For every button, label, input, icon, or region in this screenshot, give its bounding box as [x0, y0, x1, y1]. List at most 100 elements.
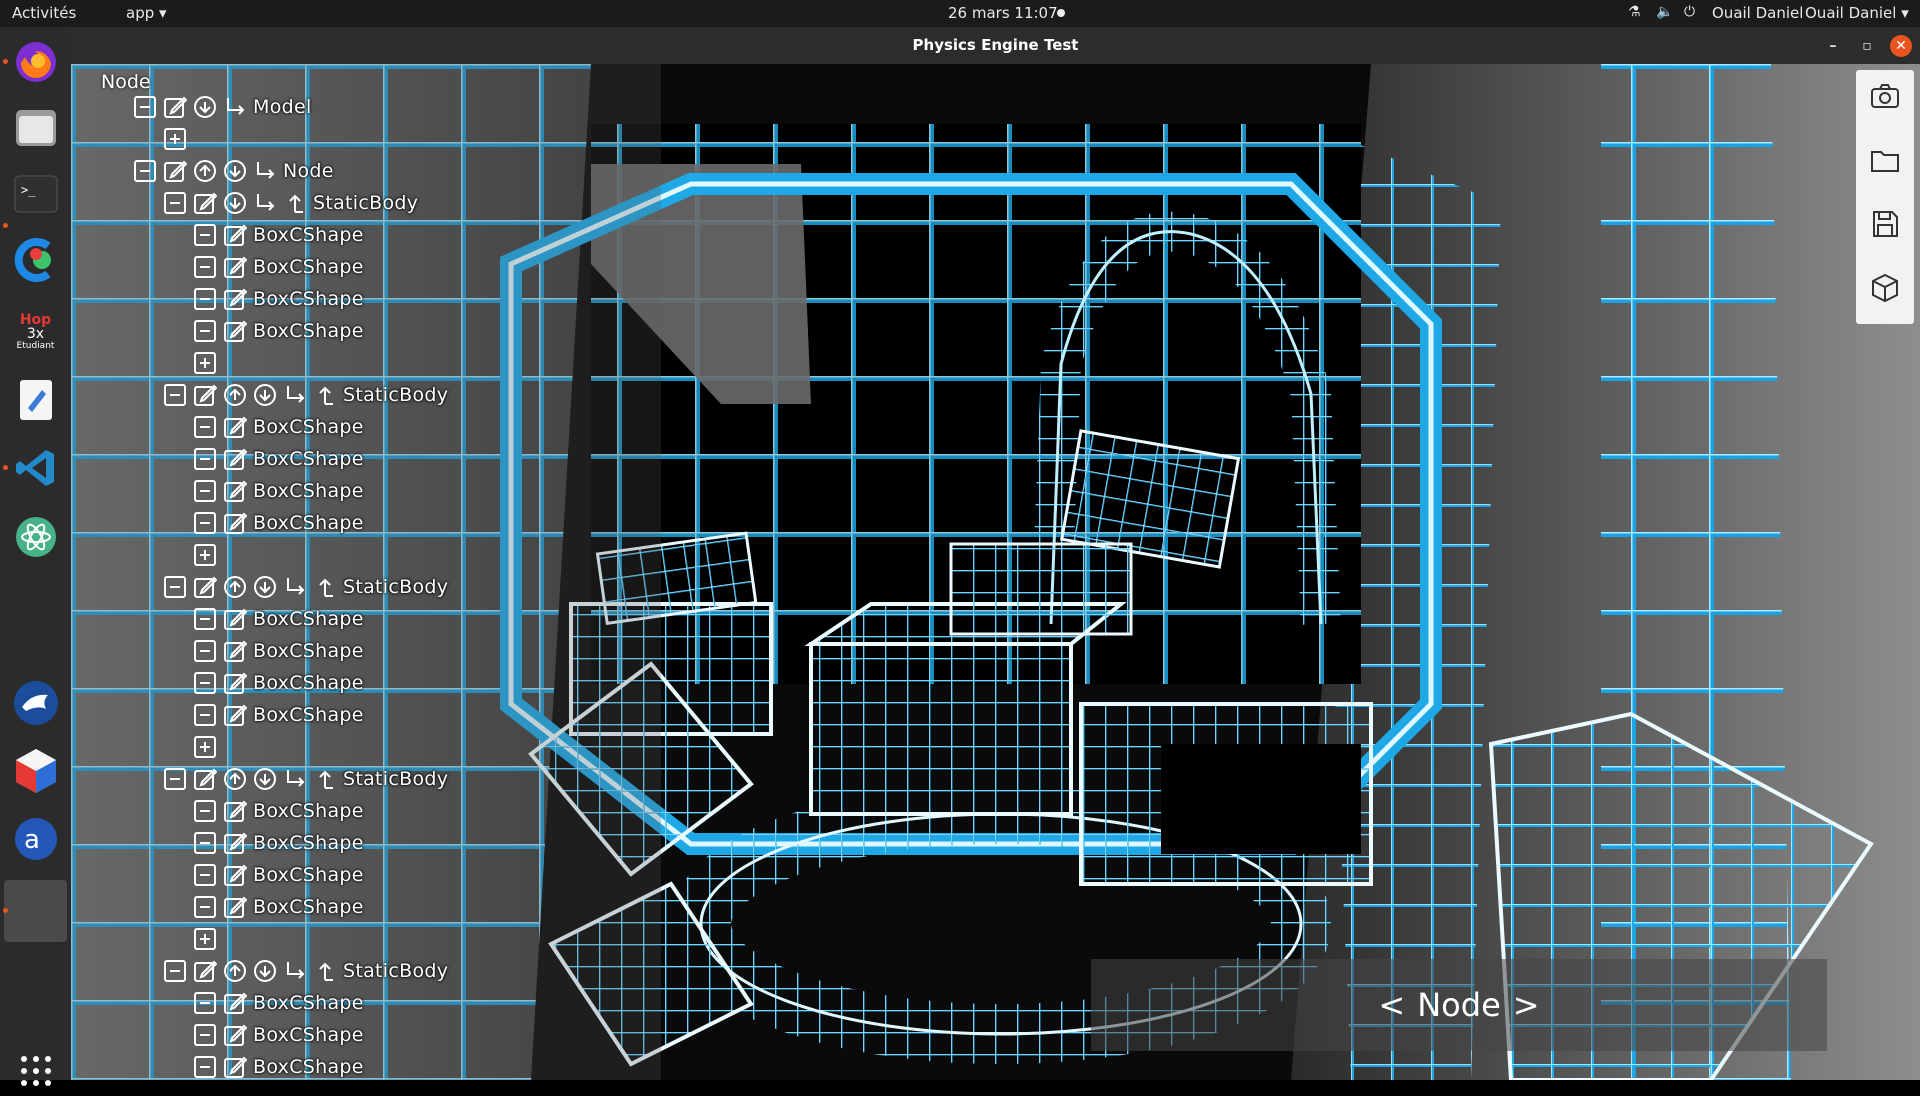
tree-item-boxcshape[interactable]: BoxCShape: [193, 989, 364, 1017]
hop3x-icon[interactable]: Hop 3x Etudiant: [10, 306, 61, 357]
tree-item-staticbody[interactable]: StaticBody: [163, 381, 448, 409]
tree-item-staticbody[interactable]: StaticBody: [163, 765, 448, 793]
add-shape-button[interactable]: [193, 349, 223, 377]
edit-icon[interactable]: [223, 223, 247, 247]
minimize-button[interactable]: –: [1822, 35, 1844, 57]
edit-icon[interactable]: [193, 767, 217, 791]
edit-icon[interactable]: [223, 639, 247, 663]
collapse-icon[interactable]: [193, 639, 217, 663]
edit-icon[interactable]: [163, 95, 187, 119]
collapse-icon[interactable]: [193, 703, 217, 727]
edit-icon[interactable]: [223, 895, 247, 919]
close-button[interactable]: ✕: [1890, 35, 1912, 57]
collapse-icon[interactable]: [163, 959, 187, 983]
collapse-icon[interactable]: [193, 799, 217, 823]
tree-item-boxcshape[interactable]: BoxCShape: [193, 317, 364, 345]
tree-item-boxcshape[interactable]: BoxCShape: [193, 893, 364, 921]
tree-item-boxcshape[interactable]: BoxCShape: [193, 605, 364, 633]
collapse-icon[interactable]: [193, 319, 217, 343]
move-up-icon[interactable]: [223, 959, 247, 983]
move-down-icon[interactable]: [223, 159, 247, 183]
tree-item-staticbody[interactable]: StaticBody: [163, 189, 418, 217]
collapse-icon[interactable]: [193, 895, 217, 919]
collapse-icon[interactable]: [133, 95, 157, 119]
show-apps-icon[interactable]: [10, 1045, 61, 1096]
tree-item-boxcshape[interactable]: BoxCShape: [193, 1021, 364, 1049]
collapse-icon[interactable]: [193, 447, 217, 471]
edit-icon[interactable]: [193, 575, 217, 599]
edit-icon[interactable]: [223, 255, 247, 279]
edit-icon[interactable]: [223, 607, 247, 631]
volume-icon[interactable]: 🔈: [1656, 4, 1673, 20]
tree-item-boxcshape[interactable]: BoxCShape: [193, 509, 364, 537]
tree-item-boxcshape[interactable]: BoxCShape: [193, 413, 364, 441]
edit-icon[interactable]: [223, 511, 247, 535]
move-down-icon[interactable]: [253, 575, 277, 599]
add-icon[interactable]: [193, 543, 217, 567]
edit-icon[interactable]: [193, 959, 217, 983]
edit-icon[interactable]: [223, 671, 247, 695]
text-editor-icon[interactable]: [10, 374, 61, 425]
window-titlebar[interactable]: Physics Engine Test – ▫ ✕: [71, 27, 1920, 64]
terminal-icon[interactable]: >_: [10, 168, 61, 219]
collapse-icon[interactable]: [133, 159, 157, 183]
app-menu[interactable]: app ▾: [126, 4, 167, 22]
tree-item-boxcshape[interactable]: BoxCShape: [193, 637, 364, 665]
tree-item-boxcshape[interactable]: BoxCShape: [193, 477, 364, 505]
folder-icon[interactable]: [1869, 144, 1901, 176]
edit-icon[interactable]: [223, 479, 247, 503]
network-icon[interactable]: ⚗: [1628, 4, 1641, 20]
vscode-icon[interactable]: [10, 442, 61, 493]
collapse-icon[interactable]: [193, 1023, 217, 1047]
user-name-label[interactable]: Ouail Daniel: [1712, 4, 1803, 22]
atom-icon[interactable]: [10, 511, 61, 562]
collapse-icon[interactable]: [193, 287, 217, 311]
tree-item-boxcshape[interactable]: BoxCShape: [193, 829, 364, 857]
edit-icon[interactable]: [163, 159, 187, 183]
gnome-shell-icon[interactable]: [10, 677, 61, 728]
edit-icon[interactable]: [223, 991, 247, 1015]
add-icon[interactable]: [193, 351, 217, 375]
edit-icon[interactable]: [223, 319, 247, 343]
prev-node-button[interactable]: <: [1378, 986, 1405, 1024]
move-down-icon[interactable]: [193, 95, 217, 119]
tree-item-boxcshape[interactable]: BoxCShape: [193, 861, 364, 889]
collapse-icon[interactable]: [163, 575, 187, 599]
add-icon[interactable]: [193, 735, 217, 759]
anki-icon[interactable]: a: [10, 813, 61, 864]
move-down-icon[interactable]: [253, 767, 277, 791]
tree-item-boxcshape[interactable]: BoxCShape: [193, 285, 364, 313]
add-child-button[interactable]: [163, 125, 193, 153]
files-icon[interactable]: [10, 101, 61, 152]
collapse-icon[interactable]: [193, 1055, 217, 1079]
tree-item-node[interactable]: Node: [133, 157, 334, 185]
cube-icon[interactable]: [1869, 272, 1901, 304]
move-down-icon[interactable]: [223, 191, 247, 215]
collapse-icon[interactable]: [193, 479, 217, 503]
user-menu[interactable]: Ouail Daniel ▾: [1805, 4, 1909, 22]
add-shape-button[interactable]: [193, 733, 223, 761]
save-icon[interactable]: [1869, 208, 1901, 240]
collapse-icon[interactable]: [163, 767, 187, 791]
edit-icon[interactable]: [223, 1023, 247, 1047]
edit-icon[interactable]: [223, 287, 247, 311]
tree-item-boxcshape[interactable]: BoxCShape: [193, 701, 364, 729]
maximize-button[interactable]: ▫: [1856, 35, 1878, 57]
tree-item-model[interactable]: Model: [133, 93, 312, 121]
collapse-icon[interactable]: [193, 671, 217, 695]
add-icon[interactable]: [163, 127, 187, 151]
add-icon[interactable]: [193, 927, 217, 951]
edit-icon[interactable]: [223, 415, 247, 439]
tree-item-boxcshape[interactable]: BoxCShape: [193, 253, 364, 281]
tree-item-boxcshape[interactable]: BoxCShape: [193, 797, 364, 825]
move-up-icon[interactable]: [223, 767, 247, 791]
move-down-icon[interactable]: [253, 959, 277, 983]
clion-icon[interactable]: [10, 234, 61, 285]
power-icon[interactable]: ⏻: [1684, 4, 1695, 20]
add-shape-button[interactable]: [193, 925, 223, 953]
tree-item-boxcshape[interactable]: BoxCShape: [193, 1053, 364, 1080]
collapse-icon[interactable]: [193, 863, 217, 887]
edit-icon[interactable]: [223, 863, 247, 887]
collapse-icon[interactable]: [163, 191, 187, 215]
collapse-icon[interactable]: [193, 991, 217, 1015]
